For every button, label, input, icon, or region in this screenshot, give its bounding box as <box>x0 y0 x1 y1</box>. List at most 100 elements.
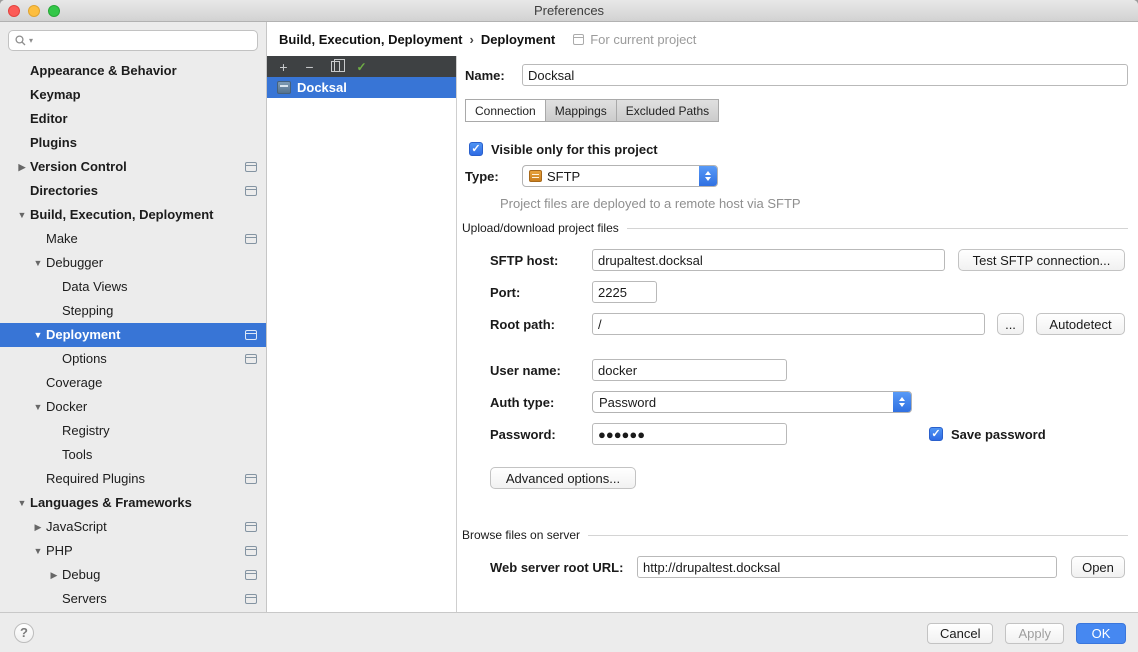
user-name-label: User name: <box>490 363 592 378</box>
remove-server-button[interactable]: − <box>302 59 317 74</box>
project-scope-label: For current project <box>590 32 696 47</box>
server-name: Docksal <box>297 80 347 95</box>
chevron-down-icon[interactable]: ▼ <box>30 251 46 275</box>
shared-settings-icon <box>245 594 257 604</box>
sidebar-item-version-control[interactable]: ▶Version Control <box>0 155 266 179</box>
autodetect-button[interactable]: Autodetect <box>1036 313 1125 335</box>
name-input[interactable] <box>522 64 1128 86</box>
password-label: Password: <box>490 427 592 442</box>
use-as-default-button[interactable]: ✓ <box>354 59 369 74</box>
settings-sidebar: ▾ Appearance & Behavior KeymapEditorPlugi… <box>0 22 267 612</box>
open-button[interactable]: Open <box>1071 556 1125 578</box>
sidebar-item-deployment[interactable]: ▼Deployment <box>0 323 266 347</box>
tab-excluded-paths[interactable]: Excluded Paths <box>616 99 719 122</box>
chevron-down-icon[interactable]: ▼ <box>30 395 46 419</box>
port-label: Port: <box>490 285 592 300</box>
checkmark-icon: ✓ <box>356 61 366 73</box>
tab-mappings[interactable]: Mappings <box>545 99 617 122</box>
auth-type-select[interactable]: Password <box>592 391 912 413</box>
advanced-options-button[interactable]: Advanced options... <box>490 467 636 489</box>
sidebar-item-label: Servers <box>62 591 107 606</box>
sidebar-item-directories[interactable]: Directories <box>0 179 266 203</box>
browse-section-label: Browse files on server <box>462 528 580 542</box>
sidebar-item-data-views[interactable]: Data Views <box>0 275 266 299</box>
sidebar-item-php[interactable]: ▼PHP <box>0 539 266 563</box>
sidebar-item-required-plugins[interactable]: Required Plugins <box>0 467 266 491</box>
browse-section-header: Browse files on server <box>462 526 1128 544</box>
chevron-down-icon[interactable]: ▼ <box>14 491 30 515</box>
preferences-window: Preferences ▾ Appearance & Behavior Keyma… <box>0 0 1138 652</box>
sidebar-item-appearance-behavior[interactable]: Appearance & Behavior <box>0 59 266 83</box>
sidebar-item-registry[interactable]: Registry <box>0 419 266 443</box>
shared-settings-icon <box>245 570 257 580</box>
window-title: Preferences <box>0 0 1138 22</box>
auth-type-label: Auth type: <box>490 395 592 410</box>
server-list-toolbar: + − ✓ <box>267 56 456 77</box>
sidebar-item-label: Appearance & Behavior <box>30 63 177 78</box>
save-password-label: Save password <box>951 427 1046 442</box>
chevron-right-icon[interactable]: ▶ <box>14 155 30 179</box>
shared-settings-icon <box>245 522 257 532</box>
user-name-input[interactable] <box>592 359 787 381</box>
server-list-item-docksal[interactable]: Docksal <box>267 77 456 98</box>
port-input[interactable] <box>592 281 657 303</box>
upload-section-label: Upload/download project files <box>462 221 619 235</box>
add-server-button[interactable]: + <box>276 59 291 74</box>
help-button[interactable]: ? <box>14 623 34 643</box>
plus-icon: + <box>279 60 287 74</box>
search-field[interactable]: ▾ <box>8 30 258 51</box>
ok-button[interactable]: OK <box>1076 623 1126 644</box>
search-input[interactable] <box>36 34 251 48</box>
sidebar-item-languages-frameworks[interactable]: ▼Languages & Frameworks <box>0 491 266 515</box>
sidebar-item-make[interactable]: Make <box>0 227 266 251</box>
sidebar-item-plugins[interactable]: Plugins <box>0 131 266 155</box>
breadcrumb: Build, Execution, Deployment › Deploymen… <box>267 22 1138 56</box>
root-path-input[interactable] <box>592 313 985 335</box>
sidebar-item-debug[interactable]: ▶Debug <box>0 563 266 587</box>
copy-icon <box>331 61 340 72</box>
sidebar-item-options[interactable]: Options <box>0 347 266 371</box>
upload-section-header: Upload/download project files <box>462 219 1128 237</box>
server-list-pane: + − ✓ Docksal <box>267 56 457 612</box>
apply-button[interactable]: Apply <box>1005 623 1064 644</box>
sidebar-item-servers[interactable]: Servers <box>0 587 266 611</box>
shared-settings-icon <box>245 474 257 484</box>
sidebar-item-build-execution-deployment[interactable]: ▼Build, Execution, Deployment <box>0 203 266 227</box>
sidebar-item-tools[interactable]: Tools <box>0 443 266 467</box>
chevron-down-icon[interactable]: ▼ <box>14 203 30 227</box>
chevron-right-icon[interactable]: ▶ <box>46 563 62 587</box>
type-select[interactable]: SFTP <box>522 165 718 187</box>
web-root-input[interactable] <box>637 556 1057 578</box>
minus-icon: − <box>305 60 313 74</box>
sidebar-item-debugger[interactable]: ▼Debugger <box>0 251 266 275</box>
breadcrumb-separator: › <box>469 32 473 47</box>
sidebar-item-editor[interactable]: Editor <box>0 107 266 131</box>
save-password-checkbox[interactable] <box>929 427 943 441</box>
sidebar-item-label: PHP <box>46 543 73 558</box>
sidebar-item-label: Docker <box>46 399 87 414</box>
sftp-host-input[interactable] <box>592 249 945 271</box>
settings-panes: + − ✓ Docksal Name: ConnectionMappingsEx… <box>267 56 1138 612</box>
tab-connection[interactable]: Connection <box>465 99 546 122</box>
sidebar-item-docker[interactable]: ▼Docker <box>0 395 266 419</box>
sidebar-item-coverage[interactable]: Coverage <box>0 371 266 395</box>
sidebar-item-stepping[interactable]: Stepping <box>0 299 266 323</box>
root-path-label: Root path: <box>490 317 592 332</box>
chevron-down-icon[interactable]: ▼ <box>30 323 46 347</box>
copy-server-button[interactable] <box>328 59 343 74</box>
sidebar-item-javascript[interactable]: ▶JavaScript <box>0 515 266 539</box>
search-history-arrow-icon[interactable]: ▾ <box>29 36 33 45</box>
sidebar-item-label: Debugger <box>46 255 103 270</box>
chevron-down-icon[interactable]: ▼ <box>30 539 46 563</box>
sidebar-item-keymap[interactable]: Keymap <box>0 83 266 107</box>
visible-only-checkbox[interactable] <box>469 142 483 156</box>
test-sftp-connection-button[interactable]: Test SFTP connection... <box>958 249 1125 271</box>
tab-bar: ConnectionMappingsExcluded Paths <box>465 99 719 122</box>
sidebar-item-label: Version Control <box>30 159 127 174</box>
sidebar-item-label: Coverage <box>46 375 102 390</box>
chevron-right-icon[interactable]: ▶ <box>30 515 46 539</box>
breadcrumb-category[interactable]: Build, Execution, Deployment <box>279 32 462 47</box>
root-path-browse-button[interactable]: ... <box>997 313 1024 335</box>
cancel-button[interactable]: Cancel <box>927 623 993 644</box>
password-input[interactable] <box>592 423 787 445</box>
